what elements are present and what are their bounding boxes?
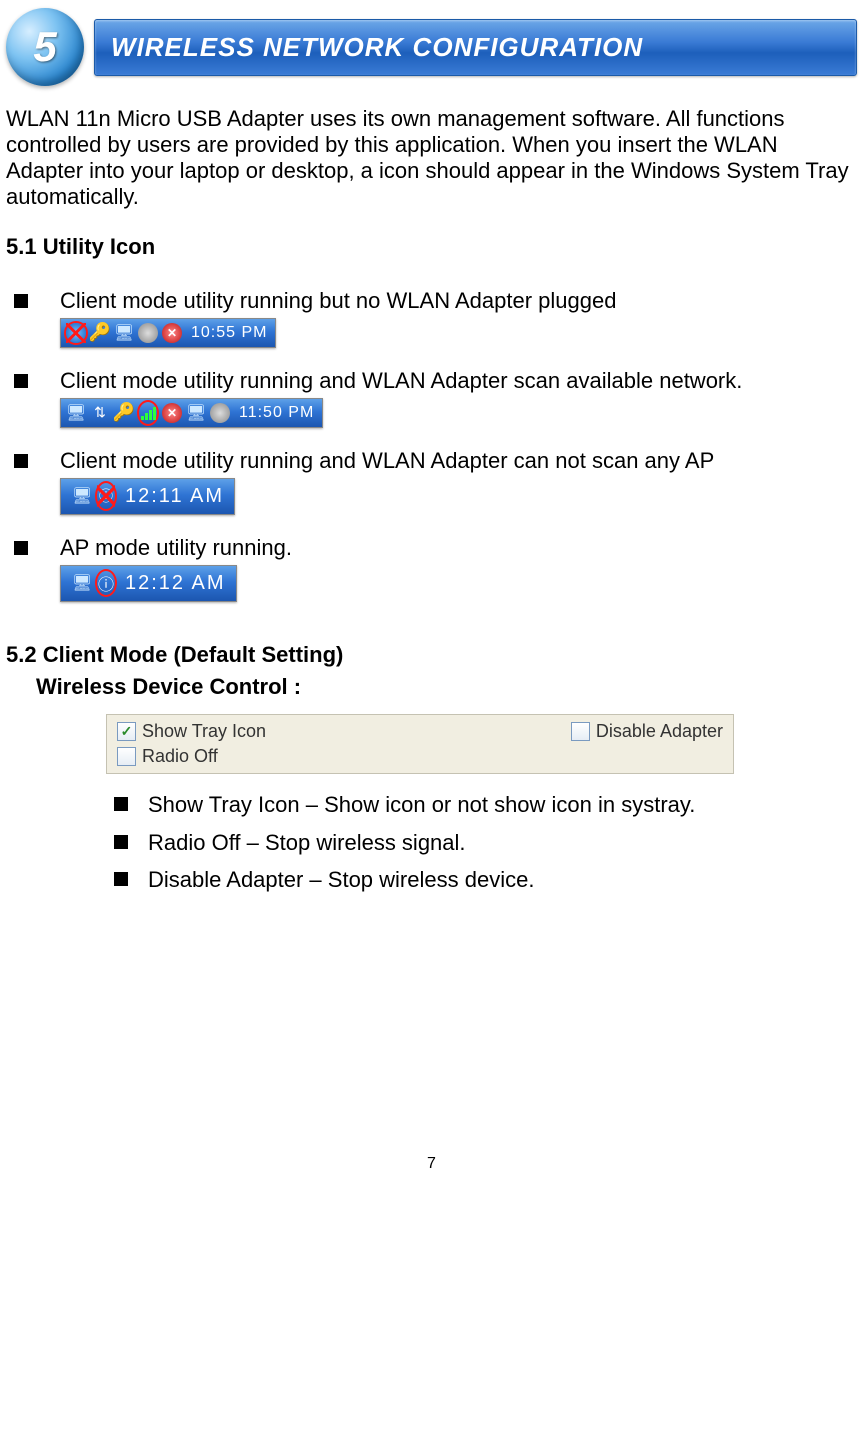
checkbox-icon: [117, 747, 136, 766]
usb-icon: ⇅: [89, 402, 111, 424]
control-descriptions: Show Tray Icon – Show icon or not show i…: [106, 790, 857, 895]
device-icon: 🖥: [71, 485, 93, 507]
tray-time: 12:11 AM: [125, 485, 224, 508]
volume-icon: [209, 402, 231, 424]
systray-example: 🖥 ⓘ 12:11 AM: [60, 478, 235, 515]
checkbox-show-tray-icon[interactable]: ✓ Show Tray Icon: [117, 721, 420, 742]
checkbox-icon: ✓: [117, 722, 136, 741]
list-item: AP mode utility running. 🖥 ⓘ 12:12 AM: [6, 535, 857, 614]
systray-example: 🖥 ⇅ 🔑 ✕ 🖥 11:50 PM: [60, 398, 323, 428]
tray-time: 11:50 PM: [239, 404, 314, 422]
network-icon: 🖥: [185, 402, 207, 424]
checkbox-label: Radio Off: [142, 746, 218, 767]
volume-icon: [137, 322, 159, 344]
systray-example: 🖥 ⓘ 12:12 AM: [60, 565, 237, 602]
key-icon: 🔑: [89, 322, 111, 344]
checkbox-icon: [571, 722, 590, 741]
header-title-bar: WIRELESS NETWORK CONFIGURATION: [94, 19, 857, 76]
signal-bars-icon: [137, 402, 159, 424]
section-5-2-heading: 5.2 Client Mode (Default Setting): [6, 642, 857, 668]
network-icon: 🖥: [113, 322, 135, 344]
header-title: WIRELESS NETWORK CONFIGURATION: [111, 32, 643, 62]
section-5-2-subheading: Wireless Device Control :: [36, 674, 857, 700]
shield-icon: ✕: [161, 322, 183, 344]
list-item: Show Tray Icon – Show icon or not show i…: [106, 790, 857, 820]
page-number: 7: [6, 1155, 857, 1193]
item-text: Client mode utility running and WLAN Ada…: [60, 368, 742, 393]
section-5-1-heading: 5.1 Utility Icon: [6, 234, 857, 260]
tray-time: 12:12 AM: [125, 572, 226, 595]
shield-icon: ✕: [161, 402, 183, 424]
item-text: Client mode utility running and WLAN Ada…: [60, 448, 714, 473]
no-signal-icon: ⓘ: [95, 485, 117, 507]
item-text: Client mode utility running but no WLAN …: [60, 288, 616, 313]
list-item: Client mode utility running and WLAN Ada…: [6, 368, 857, 440]
intro-paragraph: WLAN 11n Micro USB Adapter uses its own …: [6, 106, 857, 210]
checkbox-disable-adapter[interactable]: Disable Adapter: [571, 721, 723, 742]
wireless-control-panel: ✓ Show Tray Icon Disable Adapter Radio O…: [106, 714, 734, 774]
checkbox-label: Show Tray Icon: [142, 721, 266, 742]
checkbox-radio-off[interactable]: Radio Off: [117, 746, 420, 767]
systray-example: 🔑 🖥 ✕ 10:55 PM: [60, 318, 276, 348]
list-item: Disable Adapter – Stop wireless device.: [106, 865, 857, 895]
key-icon: 🔑: [113, 402, 135, 424]
device-icon: 🖥: [71, 572, 93, 594]
step-number: 5: [33, 23, 56, 71]
device-icon: 🖥: [65, 402, 87, 424]
page-header: 5 WIRELESS NETWORK CONFIGURATION: [6, 8, 857, 86]
list-item: Radio Off – Stop wireless signal.: [106, 828, 857, 858]
ap-mode-icon: ⓘ: [95, 572, 117, 594]
list-item: Client mode utility running and WLAN Ada…: [6, 448, 857, 527]
list-item: Client mode utility running but no WLAN …: [6, 288, 857, 360]
step-badge: 5: [6, 8, 84, 86]
checkbox-label: Disable Adapter: [596, 721, 723, 742]
utility-icon-list: Client mode utility running but no WLAN …: [6, 288, 857, 614]
item-text: AP mode utility running.: [60, 535, 292, 560]
globe-no-adapter-icon: [65, 322, 87, 344]
tray-time: 10:55 PM: [191, 324, 267, 342]
